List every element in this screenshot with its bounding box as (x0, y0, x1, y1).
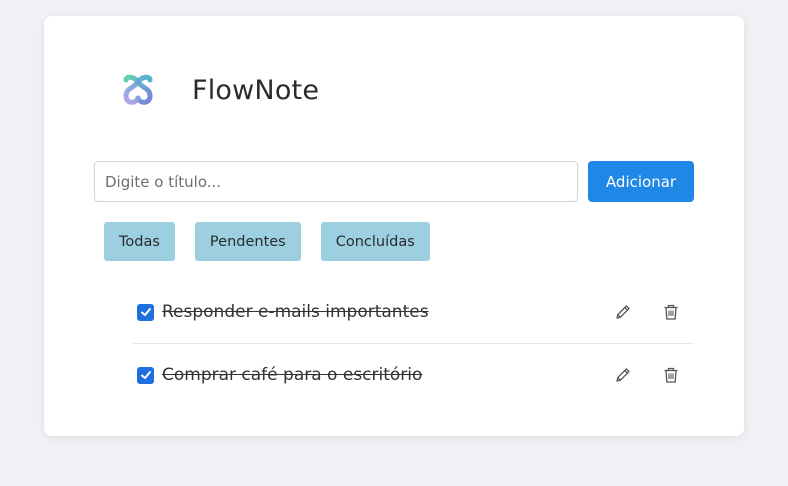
filter-completed-button[interactable]: Concluídas (320, 222, 430, 261)
pencil-icon[interactable] (612, 364, 634, 386)
add-button[interactable]: Adicionar (588, 161, 694, 202)
todo-card: FlowNote Adicionar Todas Pendentes Concl… (44, 16, 744, 436)
filter-all-button[interactable]: Todas (104, 222, 175, 261)
trash-icon[interactable] (660, 364, 682, 386)
checkmark-icon (140, 371, 151, 379)
todo-actions (586, 344, 682, 406)
app-title: FlowNote (192, 74, 320, 106)
filter-bar: Todas Pendentes Concluídas (104, 222, 450, 261)
checkmark-icon (140, 308, 151, 316)
app-header: FlowNote (120, 72, 319, 108)
filter-pending-button[interactable]: Pendentes (194, 222, 301, 261)
trash-icon[interactable] (660, 301, 682, 323)
todo-list: Responder e-mails importantes Comprar ca… (133, 281, 694, 406)
todo-item: Responder e-mails importantes (133, 281, 694, 344)
todo-item: Comprar café para o escritório (133, 344, 694, 406)
todo-checkbox[interactable] (137, 366, 154, 384)
title-input[interactable] (94, 161, 578, 202)
todo-checkbox[interactable] (137, 303, 154, 321)
todo-actions (586, 281, 682, 343)
todo-text: Responder e-mails importantes (162, 302, 429, 322)
pencil-icon[interactable] (612, 301, 634, 323)
todo-text: Comprar café para o escritório (162, 365, 423, 385)
flownote-logo-icon (123, 74, 153, 105)
